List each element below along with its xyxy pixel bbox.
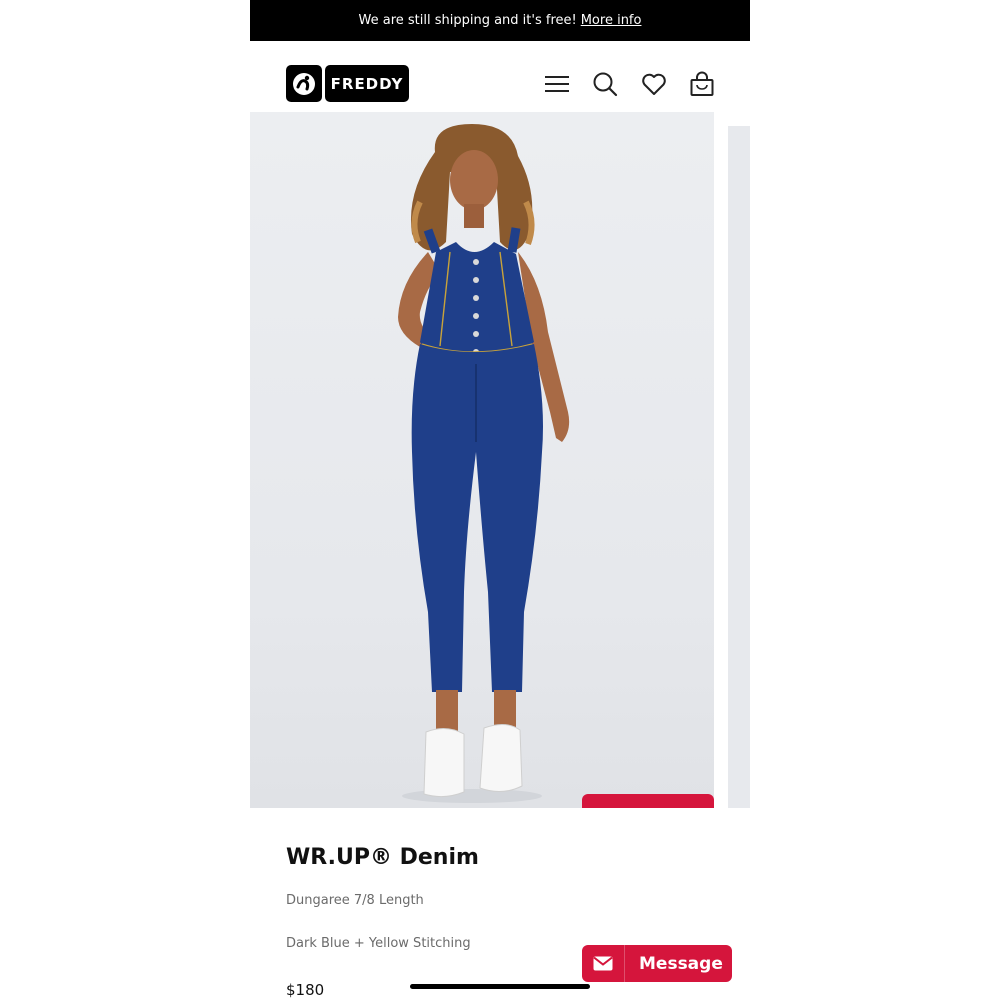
search-icon[interactable] bbox=[590, 69, 620, 99]
home-indicator[interactable] bbox=[410, 984, 590, 989]
app-screen: We are still shipping and it's free! Mor… bbox=[250, 0, 750, 1000]
announcement-text: We are still shipping and it's free! bbox=[358, 13, 577, 28]
message-button-label: Message bbox=[639, 953, 723, 974]
product-price: $180 bbox=[286, 981, 325, 999]
more-info-link[interactable]: More info bbox=[581, 13, 642, 28]
product-color: Dark Blue + Yellow Stitching bbox=[286, 936, 471, 951]
product-subtitle: Dungaree 7/8 Length bbox=[286, 893, 424, 908]
shopping-bag-icon[interactable] bbox=[687, 69, 717, 99]
heart-icon[interactable] bbox=[639, 69, 669, 99]
envelope-icon bbox=[582, 945, 625, 982]
menu-icon[interactable] bbox=[542, 69, 572, 99]
message-button[interactable]: Message bbox=[582, 945, 732, 982]
product-image-gallery[interactable] bbox=[250, 112, 714, 808]
logo-wordmark: FREDDY bbox=[325, 65, 409, 102]
announcement-bar: We are still shipping and it's free! Mor… bbox=[250, 0, 750, 41]
product-title: WR.UP® Denim bbox=[286, 845, 479, 870]
brand-logo[interactable]: FREDDY bbox=[286, 65, 409, 102]
next-slide-peek[interactable] bbox=[728, 126, 750, 808]
product-photo bbox=[398, 124, 570, 803]
logo-mark-icon bbox=[286, 65, 322, 102]
gallery-chat-tab bbox=[582, 794, 714, 808]
